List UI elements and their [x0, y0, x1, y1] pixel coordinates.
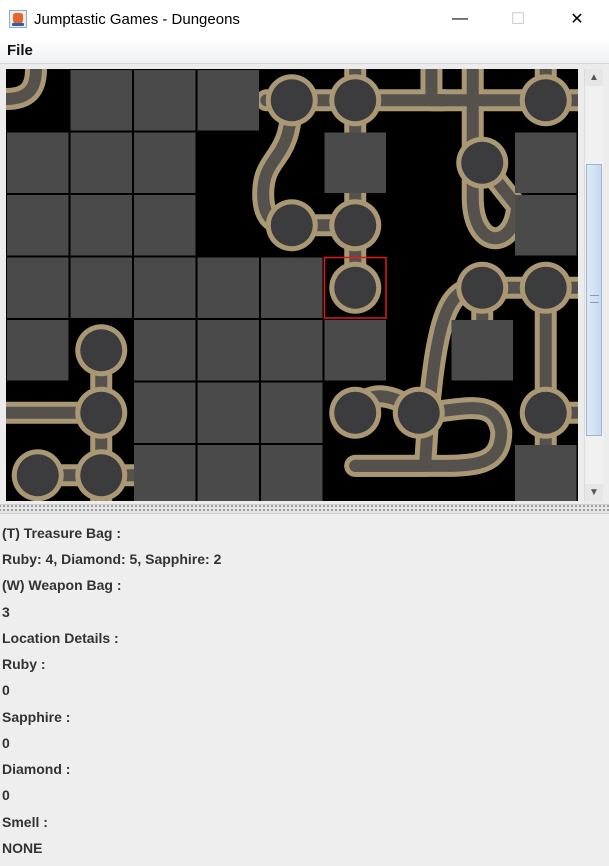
weapon-bag-label: (W) Weapon Bag : [2, 577, 122, 593]
room-node [334, 204, 377, 247]
wall-tile [134, 195, 196, 256]
wall-tile [7, 132, 69, 193]
file-menu[interactable]: File [7, 42, 33, 59]
room-node [524, 79, 567, 122]
wall-tile [197, 257, 259, 318]
scroll-up-arrow-icon[interactable]: ▲ [585, 69, 603, 86]
wall-tile [261, 445, 323, 501]
menu-bar: File [0, 38, 609, 64]
sapphire-value: 0 [2, 735, 10, 751]
room-node [334, 79, 377, 122]
wall-tile [451, 320, 513, 381]
sapphire-label: Sapphire : [2, 709, 71, 725]
dungeon-board[interactable] [6, 69, 578, 501]
wall-tile [134, 382, 196, 443]
room-node [80, 391, 123, 434]
wall-tile [70, 195, 132, 256]
wall-tile [134, 132, 196, 193]
room-node [334, 266, 377, 309]
corridor-0 [6, 69, 42, 105]
room-node [270, 204, 313, 247]
room-node [461, 141, 504, 184]
room-node [524, 391, 567, 434]
wall-tile [515, 132, 577, 193]
wall-tile [7, 320, 69, 381]
wall-tile [70, 132, 132, 193]
grip-icon [590, 295, 599, 303]
wall-tile [70, 257, 132, 318]
vertical-scrollbar[interactable]: ▲ ▼ [584, 69, 603, 501]
wall-tile [515, 445, 577, 501]
room-node [397, 391, 440, 434]
scrollbar-thumb[interactable] [586, 164, 602, 436]
wall-tile [515, 195, 577, 256]
wall-tile [197, 320, 259, 381]
java-app-icon[interactable] [9, 10, 27, 28]
location-details-label: Location Details : [2, 630, 119, 646]
room-node [461, 266, 504, 309]
wall-tile [7, 195, 69, 256]
smell-label: Smell : [2, 814, 48, 830]
weapon-bag-value: 3 [2, 604, 10, 620]
title-bar: Jumptastic Games - Dungeons — ☐ ✕ [0, 0, 609, 38]
wall-tile [197, 70, 259, 131]
wall-tile [261, 257, 323, 318]
close-button[interactable]: ✕ [554, 0, 600, 38]
scroll-down-arrow-icon[interactable]: ▼ [585, 484, 603, 501]
room-node [80, 454, 123, 497]
info-panel: (T) Treasure Bag : Ruby: 4, Diamond: 5, … [0, 514, 609, 866]
split-pane-divider[interactable] [0, 504, 609, 514]
room-node [334, 391, 377, 434]
maximize-button[interactable]: ☐ [495, 0, 541, 38]
wall-tile [134, 70, 196, 131]
wall-tile [261, 382, 323, 443]
wall-tile [324, 320, 386, 381]
wall-tile [197, 382, 259, 443]
dungeon-map[interactable] [6, 69, 578, 501]
window-title: Jumptastic Games - Dungeons [34, 11, 240, 28]
wall-tile [134, 445, 196, 501]
wall-tile [70, 70, 132, 131]
room-node [80, 329, 123, 372]
wall-tile [324, 132, 386, 193]
wall-tile [7, 257, 69, 318]
diamond-label: Diamond : [2, 761, 71, 777]
wall-tile [134, 257, 196, 318]
room-node [16, 454, 59, 497]
wall-tile [134, 320, 196, 381]
room-node [270, 79, 313, 122]
wall-tile [197, 445, 259, 501]
wall-tile [261, 320, 323, 381]
ruby-value: 0 [2, 682, 10, 698]
treasure-bag-label: (T) Treasure Bag : [2, 525, 122, 541]
room-node [524, 266, 567, 309]
diamond-value: 0 [2, 787, 10, 803]
minimize-button[interactable]: — [437, 0, 483, 38]
treasure-bag-value: Ruby: 4, Diamond: 5, Sapphire: 2 [2, 551, 222, 567]
game-frame: ▲ ▼ [0, 64, 609, 504]
ruby-label: Ruby : [2, 656, 46, 672]
smell-value: NONE [2, 840, 43, 856]
